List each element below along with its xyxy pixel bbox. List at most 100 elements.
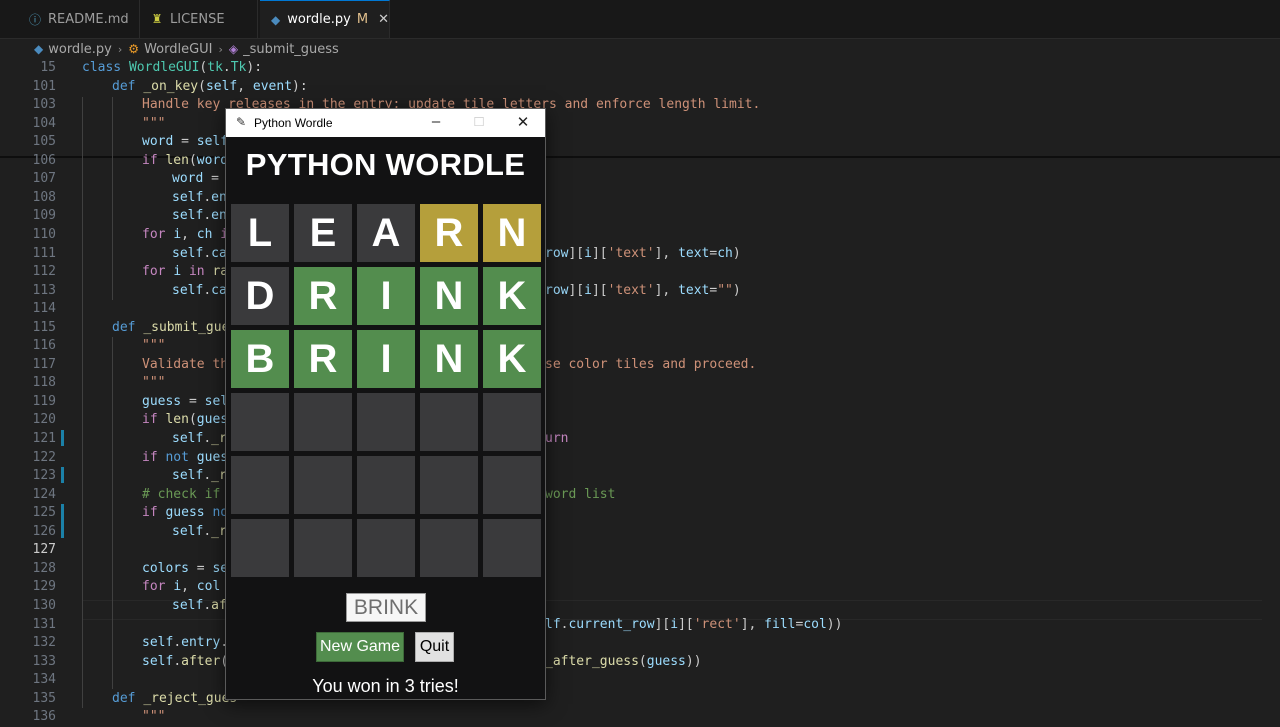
line-number: 132 (32, 635, 56, 651)
line-number: 117 (32, 356, 56, 372)
line-number: 115 (32, 319, 56, 335)
class-icon: ⚙ (128, 42, 140, 56)
code-line[interactable]: 116 """ (0, 337, 1280, 356)
line-number: 126 (32, 523, 56, 539)
code-line[interactable]: 122 if not guess (0, 449, 1280, 468)
guess-entry[interactable]: BRINK (346, 593, 426, 622)
letter-tile (420, 456, 478, 514)
code-line[interactable]: 120 if len(gues (0, 411, 1280, 430)
code-text-visible-right: _after_guess(guess)) (545, 653, 702, 669)
quit-button[interactable]: Quit (415, 632, 454, 662)
line-number: 110 (32, 226, 56, 242)
code-line[interactable]: 132 self.entry. (0, 634, 1280, 653)
letter-tile (483, 519, 541, 577)
tab-readme[interactable]: ⓘ README.md (18, 0, 140, 38)
breadcrumb: ◆ wordle.py › ⚙ WordleGUI › ◈ _submit_gu… (0, 38, 1280, 60)
code-line[interactable]: 110 for i, ch in (0, 226, 1280, 245)
code-line[interactable]: 111 self.can row][i]['text'], text=ch) (0, 245, 1280, 264)
window-title-bar[interactable]: ✎ Python Wordle – □ ✕ (226, 109, 545, 137)
line-number: 122 (32, 449, 56, 465)
line-number: 119 (32, 393, 56, 409)
letter-tile (420, 393, 478, 451)
code-line[interactable]: 119 guess = self (0, 393, 1280, 412)
maximize-icon[interactable]: □ (469, 113, 489, 130)
code-line[interactable]: 130 self.aft (0, 597, 1280, 616)
line-number: 121 (32, 431, 56, 446)
code-line[interactable]: 131 lf.current_row][i]['rect'], fill=col)… (0, 616, 1280, 635)
letter-tile: R (420, 204, 478, 262)
code-text: for i in ran (142, 264, 236, 280)
game-heading: PYTHON WORDLE (245, 147, 526, 182)
line-number: 130 (32, 597, 56, 613)
code-line[interactable]: 15 class WordleGUI(tk.Tk): (0, 59, 1280, 78)
tab-wordle-py[interactable]: ◆ wordle.py M ✕ (260, 0, 390, 38)
code-line[interactable]: 112 for i in ran (0, 263, 1280, 282)
breadcrumb-file[interactable]: wordle.py (48, 42, 112, 57)
code-line[interactable]: 113 self.can row][i]['text'], text="") (0, 282, 1280, 301)
line-number: 107 (32, 171, 56, 187)
python-file-icon: ◆ (34, 42, 44, 56)
code-text: def _reject_gues (112, 690, 238, 706)
tab-label: wordle.py (287, 12, 351, 27)
tab-license[interactable]: ♜ LICENSE (140, 0, 258, 38)
code-line[interactable]: 129 for i, col (0, 578, 1280, 597)
letter-tile (420, 519, 478, 577)
code-text-visible-right: word list (545, 486, 616, 502)
breadcrumb-method[interactable]: _submit_guess (243, 42, 339, 57)
code-text: if len(gues (142, 412, 229, 428)
code-line[interactable]: 114 (0, 300, 1280, 319)
code-text-visible-right: urn (545, 431, 569, 446)
python-wordle-window: ✎ Python Wordle – □ ✕ PYTHON WORDLE LEAR… (225, 108, 546, 700)
code-line[interactable]: 109 self.ent (0, 207, 1280, 226)
code-line[interactable]: 124 # check if word list (0, 486, 1280, 505)
code-text: self.after(1 (142, 653, 236, 669)
line-number: 133 (32, 653, 56, 669)
breadcrumb-class[interactable]: WordleGUI (144, 42, 212, 57)
code-editor[interactable]: 15 class WordleGUI(tk.Tk): 101 def _on_key(… (0, 59, 1280, 724)
code-line[interactable]: 117 Validate the se color tiles and procee… (0, 356, 1280, 375)
code-text: """ (142, 709, 166, 725)
code-line[interactable]: 118 """ (0, 374, 1280, 393)
code-line[interactable]: 104 """ (0, 115, 1280, 134)
code-line[interactable]: 135 def _reject_gues (0, 690, 1280, 709)
code-line[interactable]: 125 if guess not (0, 504, 1280, 523)
code-line[interactable]: 103 Handle key releases in the entry; upd… (0, 96, 1280, 115)
code-line[interactable]: 128 colors = sel (0, 560, 1280, 579)
code-line[interactable]: 121 self._re urn (0, 430, 1280, 449)
letter-tile: L (231, 204, 289, 262)
close-icon[interactable]: ✕ (378, 12, 389, 27)
code-text: if not guess (142, 449, 236, 465)
tab-label: LICENSE (170, 11, 225, 27)
code-line[interactable]: 108 self.ent (0, 189, 1280, 208)
code-line[interactable]: 133 self.after(1 _after_guess(guess)) (0, 653, 1280, 672)
line-number: 118 (32, 375, 56, 391)
letter-tile (231, 519, 289, 577)
letter-tile: B (231, 330, 289, 388)
code-text: if guess not (142, 505, 236, 521)
code-text: def _submit_gues (112, 319, 238, 335)
line-number: 123 (32, 468, 56, 484)
license-icon: ♜ (151, 12, 163, 26)
letter-tile: N (420, 267, 478, 325)
letter-tile (294, 519, 352, 577)
code-line[interactable]: 136 """ (0, 708, 1280, 727)
code-line[interactable]: 106 if len(word) (0, 152, 1280, 171)
code-line[interactable]: 101 def _on_key(self, event): (0, 78, 1280, 97)
close-icon[interactable]: ✕ (513, 113, 533, 131)
letter-tile: E (294, 204, 352, 262)
new-game-button[interactable]: New Game (316, 632, 404, 662)
code-line[interactable]: 123 self._re (0, 467, 1280, 486)
line-number: 131 (32, 616, 56, 632)
letter-tile (357, 456, 415, 514)
code-line[interactable]: 126 self._re (0, 523, 1280, 542)
minimize-icon[interactable]: – (426, 113, 446, 130)
code-line[interactable]: 115 def _submit_gues (0, 319, 1280, 338)
code-line[interactable]: 105 word = self (0, 133, 1280, 152)
code-line[interactable]: 107 word = w (0, 170, 1280, 189)
method-icon: ◈ (228, 42, 239, 56)
info-icon: ⓘ (28, 12, 41, 27)
code-line[interactable]: 134 (0, 671, 1280, 690)
code-line[interactable]: 127 (0, 541, 1280, 560)
code-text: for i, ch in (142, 226, 236, 242)
code-text: # check if (142, 486, 229, 502)
